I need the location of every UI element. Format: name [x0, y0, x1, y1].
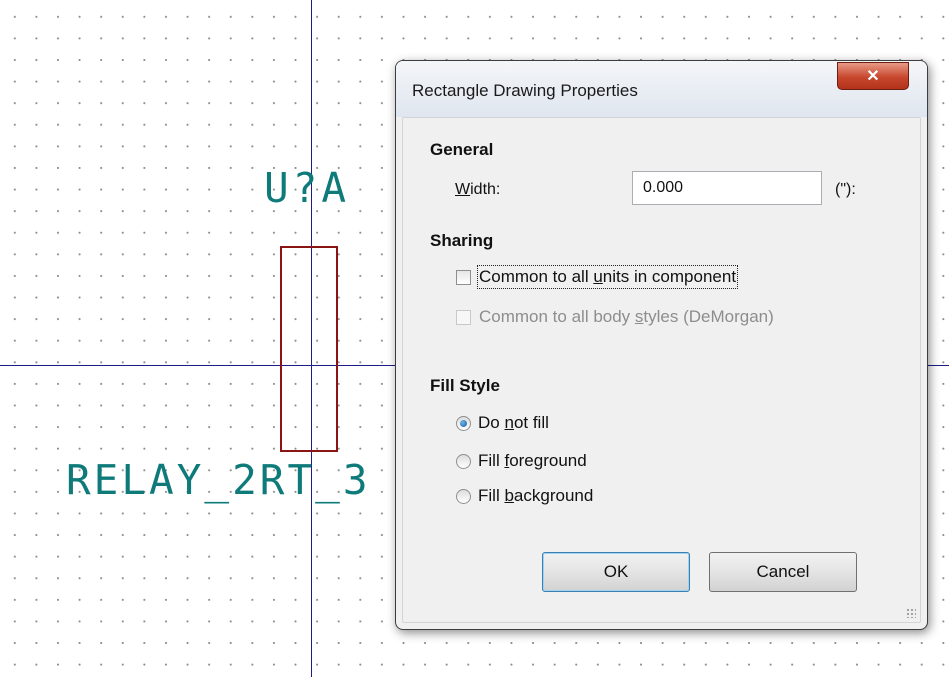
close-button[interactable]: ✕: [837, 62, 909, 90]
common-units-checkbox[interactable]: [456, 269, 471, 285]
sharing-heading: Sharing: [430, 231, 494, 250]
dialog-title: Rectangle Drawing Properties: [412, 81, 638, 100]
rectangle-properties-dialog: Rectangle Drawing Properties ✕ General W…: [395, 60, 928, 630]
common-body-styles-checkbox-row: Common to all body styles (DeMorgan): [456, 307, 774, 327]
fill-option-foreground[interactable]: Fill foreground: [456, 451, 587, 471]
ok-button[interactable]: OK: [542, 552, 690, 592]
fill-style-heading: Fill Style: [430, 376, 500, 395]
rectangle-shape[interactable]: [280, 246, 338, 452]
resize-grip-icon[interactable]: [906, 608, 916, 618]
width-unit-label: ("):: [835, 181, 856, 198]
fill-option-none[interactable]: Do not fill: [456, 413, 549, 433]
common-units-checkbox-row[interactable]: Common to all units in component: [456, 265, 739, 289]
component-reference[interactable]: U?A: [264, 168, 350, 209]
common-body-styles-label: Common to all body styles (DeMorgan): [479, 307, 774, 326]
width-input[interactable]: [632, 171, 822, 205]
fill-option-foreground-label[interactable]: Fill foreground: [478, 451, 587, 471]
width-label: Width:: [455, 181, 501, 198]
close-icon: ✕: [866, 68, 880, 85]
radio-icon[interactable]: [456, 453, 471, 469]
dialog-titlebar[interactable]: Rectangle Drawing Properties ✕: [396, 61, 927, 117]
fill-option-background[interactable]: Fill background: [456, 486, 593, 506]
component-value[interactable]: RELAY_2RT_3: [66, 460, 371, 501]
dialog-client-area: General Width: ("): Sharing Common to al…: [402, 117, 921, 623]
radio-icon[interactable]: [456, 488, 471, 504]
radio-selected-icon[interactable]: [456, 415, 471, 431]
cancel-button[interactable]: Cancel: [709, 552, 857, 592]
common-body-styles-checkbox: [456, 309, 471, 325]
fill-option-none-label[interactable]: Do not fill: [478, 413, 549, 433]
general-heading: General: [430, 140, 494, 159]
fill-option-background-label[interactable]: Fill background: [478, 486, 593, 506]
common-units-label[interactable]: Common to all units in component: [476, 265, 739, 289]
